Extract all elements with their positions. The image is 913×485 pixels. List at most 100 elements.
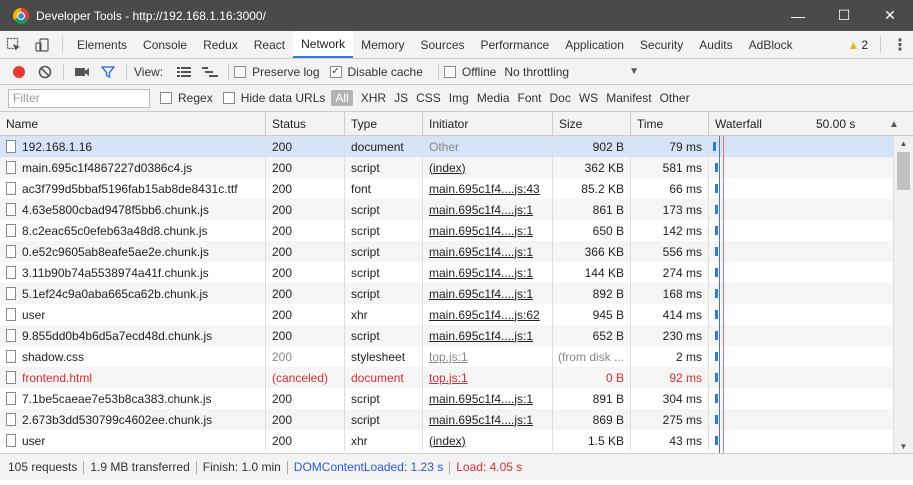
tab-application[interactable]: Application — [557, 31, 632, 58]
minimize-button[interactable]: — — [775, 0, 821, 31]
tab-sources[interactable]: Sources — [412, 31, 472, 58]
request-row[interactable]: 7.1be5caeae7e53b8ca383.chunk.js 200 script… — [0, 388, 893, 409]
tab-console[interactable]: Console — [135, 31, 195, 58]
filter-type-font[interactable]: Font — [514, 91, 546, 105]
cell-time-text: 275 ms — [662, 412, 702, 427]
cell-initiator[interactable]: top.js:1 — [423, 367, 553, 388]
tab-memory[interactable]: Memory — [353, 31, 412, 58]
cell-initiator[interactable]: main.695c1f4....js:1 — [423, 262, 553, 283]
cell-initiator[interactable]: main.695c1f4....js:1 — [423, 220, 553, 241]
request-row[interactable]: 2.673b3dd530799c4602ee.chunk.js 200 script… — [0, 409, 893, 430]
more-options-button[interactable]: ⋮ — [887, 31, 913, 58]
large-rows-view-button[interactable] — [171, 60, 197, 84]
throttling-select[interactable]: No throttling ▼ — [504, 65, 639, 79]
filter-type-xhr[interactable]: XHR — [357, 91, 390, 105]
clear-icon — [38, 65, 52, 78]
scrollbar-thumb[interactable] — [897, 152, 910, 190]
clear-button[interactable] — [32, 60, 58, 84]
request-row[interactable]: 192.168.1.16 200 document Other 902 B 79 ms — [0, 136, 893, 157]
cell-initiator[interactable]: main.695c1f4....js:43 — [423, 178, 553, 199]
tab-redux[interactable]: Redux — [195, 31, 246, 58]
tab-adblock[interactable]: AdBlock — [741, 31, 801, 58]
tab-elements[interactable]: Elements — [69, 31, 135, 58]
request-row[interactable]: user 200 xhr (index) 1.5 KB 43 ms — [0, 430, 893, 451]
column-header-name[interactable]: Name — [0, 112, 266, 136]
cell-status: (canceled) — [266, 367, 345, 388]
request-row[interactable]: 0.e52c9605ab8eafe5ae2e.chunk.js 200 script… — [0, 241, 893, 262]
column-header-waterfall[interactable]: Waterfall 50.00 s ▲ — [709, 112, 913, 136]
filter-type-all[interactable]: All — [331, 90, 353, 106]
request-row[interactable]: 3.11b90b74a5538974a41f.chunk.js 200 script… — [0, 262, 893, 283]
filter-type-js[interactable]: JS — [390, 91, 412, 105]
column-header-status[interactable]: Status — [266, 112, 345, 136]
cell-initiator[interactable]: main.695c1f4....js:1 — [423, 283, 553, 304]
inspect-element-button[interactable] — [0, 31, 28, 58]
overview-view-button[interactable] — [197, 60, 223, 84]
scroll-down-arrow-icon[interactable]: ▼ — [894, 439, 913, 453]
request-row[interactable]: user 200 xhr main.695c1f4....js:62 945 B 414 … — [0, 304, 893, 325]
cell-initiator[interactable]: (index) — [423, 157, 553, 178]
hide-data-urls-checkbox-box[interactable] — [222, 92, 235, 104]
vertical-scrollbar[interactable]: ▲ ▼ — [893, 136, 913, 453]
tab-audits[interactable]: Audits — [691, 31, 740, 58]
cell-initiator[interactable]: main.695c1f4....js:1 — [423, 388, 553, 409]
preserve-log-checkbox-box[interactable] — [234, 65, 247, 78]
tab-network[interactable]: Network — [293, 31, 354, 58]
disable-cache-checkbox-box[interactable]: ✓ — [329, 65, 342, 78]
filter-type-media[interactable]: Media — [473, 91, 514, 105]
cell-initiator[interactable]: main.695c1f4....js:62 — [423, 304, 553, 325]
regex-checkbox[interactable]: Regex — [160, 91, 213, 105]
scroll-up-arrow-icon[interactable]: ▲ — [894, 136, 913, 150]
request-row[interactable]: main.695c1f4867227d0386c4.js 200 script (in… — [0, 157, 893, 178]
request-row[interactable]: shadow.css 200 stylesheet top.js:1 (from dis… — [0, 346, 893, 367]
maximize-button[interactable]: ☐ — [821, 0, 867, 31]
request-row[interactable]: 4.63e5800cbad9478f5bb6.chunk.js 200 script… — [0, 199, 893, 220]
cell-initiator[interactable]: main.695c1f4....js:1 — [423, 241, 553, 262]
tab-security[interactable]: Security — [632, 31, 691, 58]
tab-react[interactable]: React — [246, 31, 293, 58]
filter-input[interactable] — [8, 88, 150, 108]
cell-initiator[interactable]: main.695c1f4....js:1 — [423, 325, 553, 346]
cell-time: 79 ms — [631, 136, 709, 157]
cell-initiator-text: top.js:1 — [429, 370, 468, 385]
request-row[interactable]: frontend.html (canceled) document top.js:1 0… — [0, 367, 893, 388]
cell-initiator[interactable]: (index) — [423, 430, 553, 451]
toolbar-divider — [126, 63, 127, 80]
request-row[interactable]: 8.c2eac65c0efeb63a48d8.chunk.js 200 script… — [0, 220, 893, 241]
cell-status: 200 — [266, 409, 345, 430]
offline-checkbox-box[interactable] — [443, 65, 456, 78]
cell-initiator[interactable]: main.695c1f4....js:1 — [423, 409, 553, 430]
column-header-size[interactable]: Size — [553, 112, 631, 136]
cell-status-text: 200 — [272, 286, 293, 301]
request-row[interactable]: 5.1ef24c9a0aba665ca62b.chunk.js 200 script… — [0, 283, 893, 304]
filter-type-manifest[interactable]: Manifest — [602, 91, 655, 105]
filter-type-ws[interactable]: WS — [575, 91, 602, 105]
close-button[interactable]: ✕ — [867, 0, 913, 31]
hide-data-urls-checkbox[interactable]: Hide data URLs — [222, 91, 325, 105]
device-toolbar-button[interactable] — [28, 31, 56, 58]
filter-type-css[interactable]: CSS — [412, 91, 445, 105]
record-button[interactable] — [6, 60, 32, 84]
disable-cache-checkbox[interactable]: ✓ Disable cache — [329, 65, 423, 79]
column-header-type[interactable]: Type — [345, 112, 423, 136]
offline-checkbox[interactable]: Offline — [443, 65, 496, 79]
column-header-time[interactable]: Time — [631, 112, 709, 136]
filter-type-doc[interactable]: Doc — [546, 91, 575, 105]
request-row[interactable]: 9.855dd0b4b6d5a7ecd48d.chunk.js 200 script… — [0, 325, 893, 346]
capture-screenshots-button[interactable] — [69, 60, 95, 84]
filter-type-img[interactable]: Img — [445, 91, 473, 105]
column-header-initiator[interactable]: Initiator — [423, 112, 553, 136]
cell-initiator[interactable]: top.js:1 — [423, 346, 553, 367]
cell-status: 200 — [266, 136, 345, 157]
warnings-counter[interactable]: ▲ 2 — [841, 31, 874, 58]
cell-time-text: 66 ms — [669, 181, 702, 196]
tab-performance[interactable]: Performance — [473, 31, 558, 58]
request-row[interactable]: ac3f799d5bbaf5196fab15ab8de8431c.ttf 200 f… — [0, 178, 893, 199]
cell-initiator[interactable]: main.695c1f4....js:1 — [423, 199, 553, 220]
preserve-log-checkbox[interactable]: Preserve log — [234, 65, 320, 79]
filter-type-other[interactable]: Other — [656, 91, 694, 105]
cell-size-text: 869 B — [592, 412, 624, 427]
regex-checkbox-box[interactable] — [160, 92, 172, 104]
filter-toggle-button[interactable] — [95, 60, 121, 84]
cell-waterfall — [709, 325, 893, 346]
